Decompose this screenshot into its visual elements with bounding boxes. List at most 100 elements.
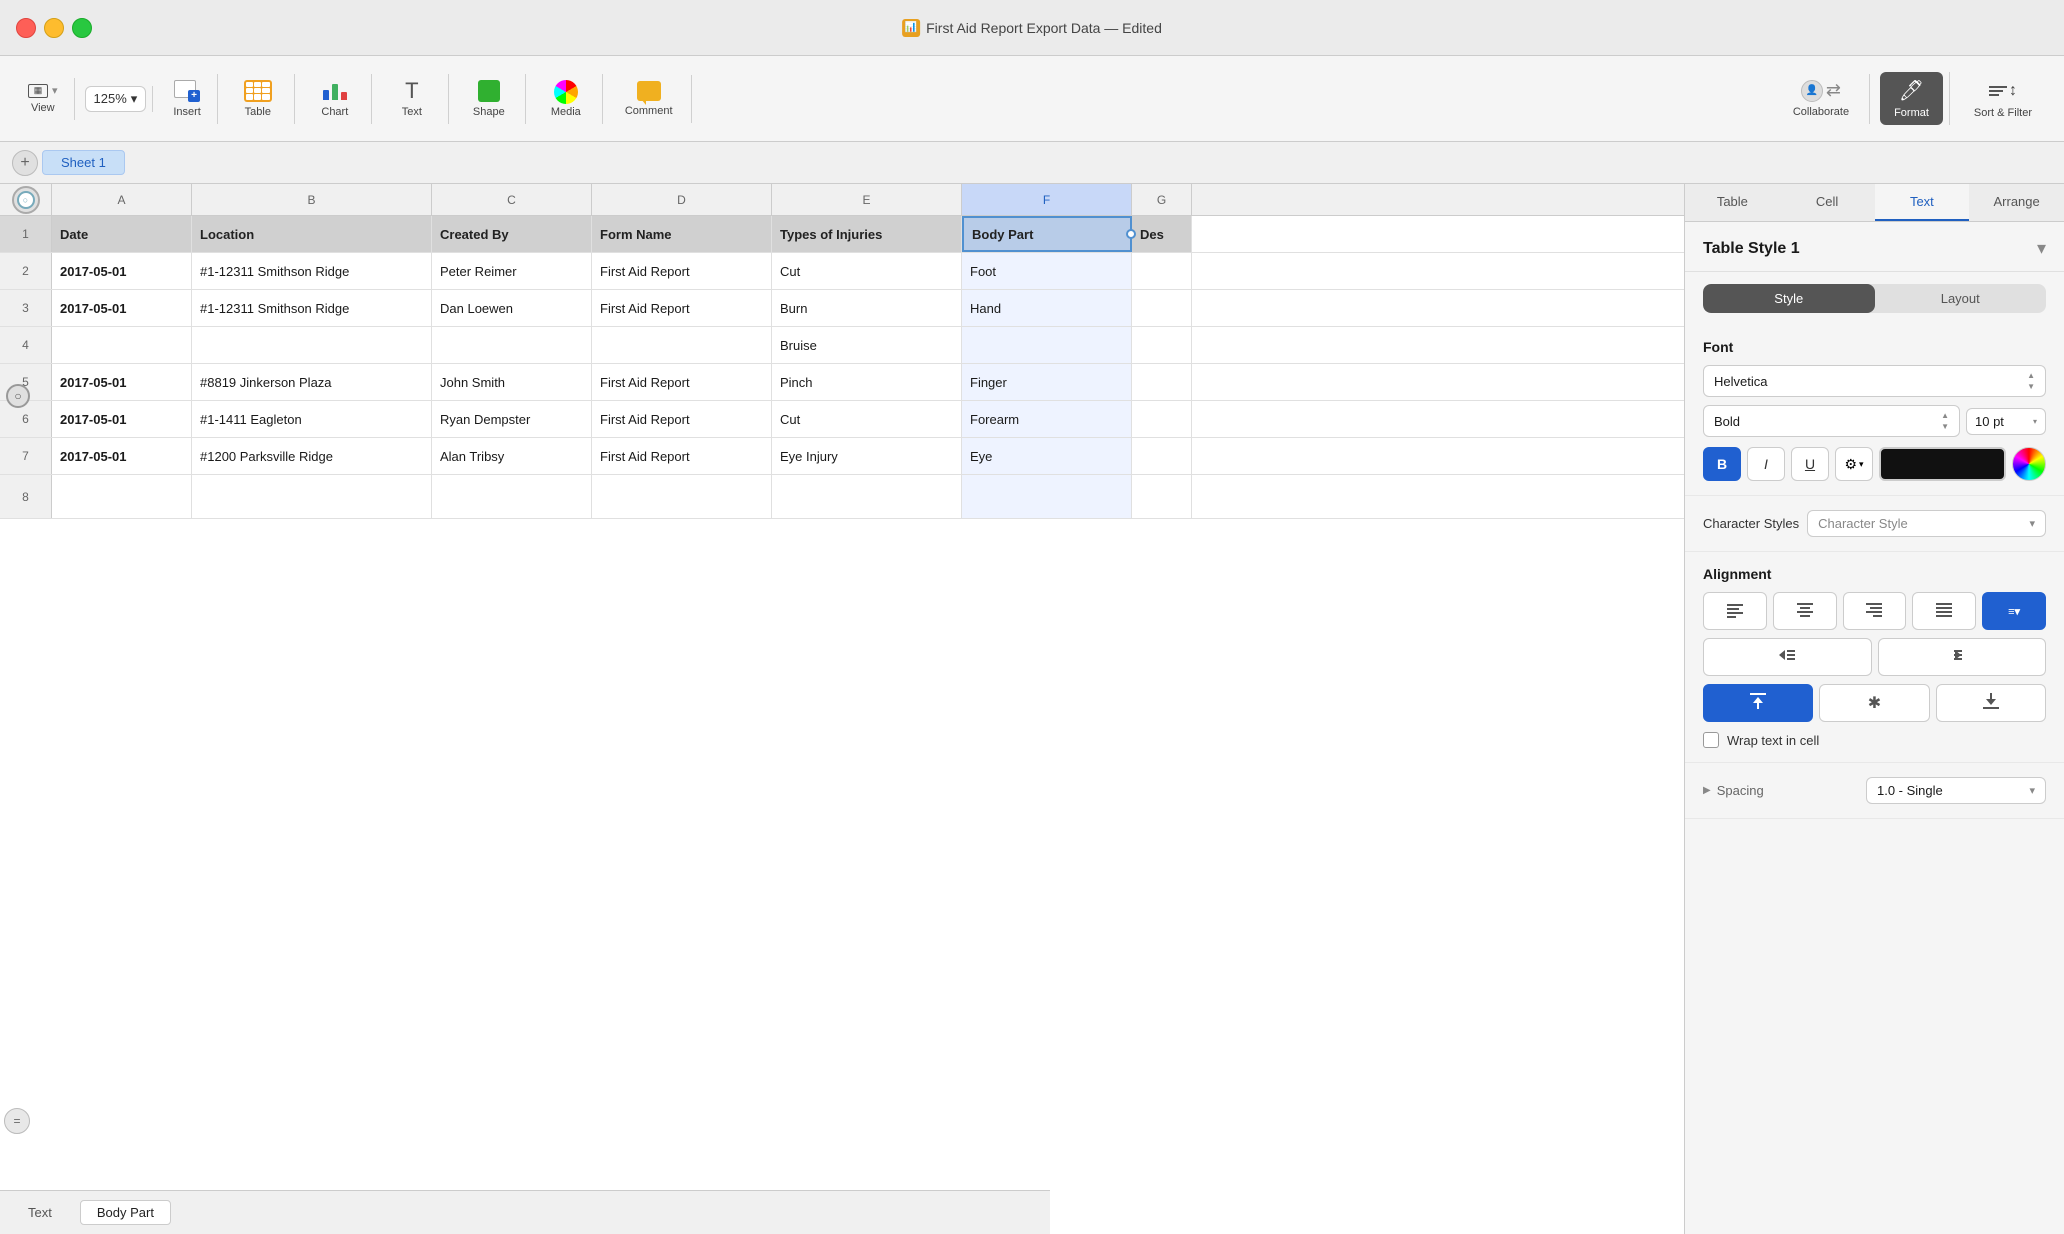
bottom-tab-text[interactable]: Text [12, 1201, 68, 1224]
col-header-a[interactable]: A [52, 184, 192, 215]
font-family-select[interactable]: Helvetica ▲ ▼ [1703, 365, 2046, 397]
col-header-e[interactable]: E [772, 184, 962, 215]
cell-3-created-by[interactable]: Dan Loewen [432, 290, 592, 326]
cell-4-created-by[interactable] [432, 327, 592, 363]
format-button[interactable]: 🖊 Format [1880, 72, 1943, 125]
collaborate-button[interactable]: 👤 ⇄ Collaborate [1779, 74, 1863, 124]
cell-5-body-part[interactable]: Finger [962, 364, 1132, 400]
header-cell-location[interactable]: Location [192, 216, 432, 252]
text-toolbar-button[interactable]: T Text [382, 74, 442, 124]
tab-cell[interactable]: Cell [1780, 184, 1875, 221]
col-header-d[interactable]: D [592, 184, 772, 215]
sort-filter-button[interactable]: ↕ Sort & Filter [1960, 73, 2046, 125]
character-styles-select[interactable]: Character Style ▾ [1807, 510, 2046, 537]
cell-8-des[interactable] [1132, 475, 1192, 518]
valign-middle-button[interactable]: ✱ [1819, 684, 1929, 722]
wrap-text-checkbox[interactable] [1703, 732, 1719, 748]
cell-2-des[interactable] [1132, 253, 1192, 289]
cell-6-date[interactable]: 2017-05-01 [52, 401, 192, 437]
valign-top-button[interactable] [1703, 684, 1813, 722]
cell-6-created-by[interactable]: Ryan Dempster [432, 401, 592, 437]
cell-4-injuries[interactable]: Bruise [772, 327, 962, 363]
cell-3-date[interactable]: 2017-05-01 [52, 290, 192, 326]
col-header-c[interactable]: C [432, 184, 592, 215]
group-rows-icon[interactable]: = [4, 1108, 30, 1134]
cell-6-body-part[interactable]: Forearm [962, 401, 1132, 437]
cell-3-injuries[interactable]: Burn [772, 290, 962, 326]
cell-2-injuries[interactable]: Cut [772, 253, 962, 289]
header-cell-body-part[interactable]: Body Part [962, 216, 1132, 252]
underline-button[interactable]: U [1791, 447, 1829, 481]
header-cell-injuries[interactable]: Types of Injuries [772, 216, 962, 252]
cell-2-date[interactable]: 2017-05-01 [52, 253, 192, 289]
spacing-select[interactable]: 1.0 - Single ▾ [1866, 777, 2046, 804]
cell-6-injuries[interactable]: Cut [772, 401, 962, 437]
text-options-button[interactable]: ⚙ ▾ [1835, 447, 1873, 481]
indent-decrease-button[interactable] [1703, 638, 1872, 676]
zoom-button[interactable]: 125% ▾ [85, 86, 147, 112]
cell-5-created-by[interactable]: John Smith [432, 364, 592, 400]
cell-5-form-name[interactable]: First Aid Report [592, 364, 772, 400]
header-cell-date[interactable]: Date [52, 216, 192, 252]
cell-7-body-part[interactable]: Eye [962, 438, 1132, 474]
cell-7-location[interactable]: #1200 Parksville Ridge [192, 438, 432, 474]
cell-8-created-by[interactable] [432, 475, 592, 518]
view-button[interactable]: ▦ ▾ View [18, 78, 68, 120]
chart-button[interactable]: Chart [305, 74, 365, 124]
cell-8-injuries[interactable] [772, 475, 962, 518]
cell-3-body-part[interactable]: Hand [962, 290, 1132, 326]
font-style-select[interactable]: Bold ▲ ▼ [1703, 405, 1960, 437]
cell-2-created-by[interactable]: Peter Reimer [432, 253, 592, 289]
cell-3-location[interactable]: #1-12311 Smithson Ridge [192, 290, 432, 326]
align-right-button[interactable] [1843, 592, 1907, 630]
cell-4-form-name[interactable] [592, 327, 772, 363]
header-cell-form-name[interactable]: Form Name [592, 216, 772, 252]
cell-2-location[interactable]: #1-12311 Smithson Ridge [192, 253, 432, 289]
header-cell-created-by[interactable]: Created By [432, 216, 592, 252]
align-center-button[interactable] [1773, 592, 1837, 630]
cell-5-injuries[interactable]: Pinch [772, 364, 962, 400]
cell-7-des[interactable] [1132, 438, 1192, 474]
tab-text[interactable]: Text [1875, 184, 1970, 221]
color-wheel-button[interactable] [2012, 447, 2046, 481]
tab-table[interactable]: Table [1685, 184, 1780, 221]
fullscreen-button[interactable] [72, 18, 92, 38]
cell-4-des[interactable] [1132, 327, 1192, 363]
cell-7-date[interactable]: 2017-05-01 [52, 438, 192, 474]
cell-8-location[interactable] [192, 475, 432, 518]
cell-5-date[interactable]: 2017-05-01 [52, 364, 192, 400]
table-button[interactable]: Table [228, 74, 288, 124]
cell-7-created-by[interactable]: Alan Tribsy [432, 438, 592, 474]
bottom-tab-body-part[interactable]: Body Part [80, 1200, 171, 1225]
cell-4-location[interactable] [192, 327, 432, 363]
bold-button[interactable]: B [1703, 447, 1741, 481]
col-header-g[interactable]: G [1132, 184, 1192, 215]
cell-6-form-name[interactable]: First Aid Report [592, 401, 772, 437]
cell-8-body-part[interactable] [962, 475, 1132, 518]
cell-6-location[interactable]: #1-1411 Eagleton [192, 401, 432, 437]
spacing-label[interactable]: ▶ Spacing [1703, 783, 1764, 798]
cell-4-date[interactable] [52, 327, 192, 363]
cell-7-injuries[interactable]: Eye Injury [772, 438, 962, 474]
close-button[interactable] [16, 18, 36, 38]
align-left-button[interactable] [1703, 592, 1767, 630]
valign-bottom-button[interactable] [1936, 684, 2046, 722]
header-cell-des[interactable]: Des [1132, 216, 1192, 252]
align-toc-button[interactable]: ≡▾ [1982, 592, 2046, 630]
cell-5-des[interactable] [1132, 364, 1192, 400]
cell-3-des[interactable] [1132, 290, 1192, 326]
layout-toggle-button[interactable]: Layout [1875, 284, 2047, 313]
indent-increase-button[interactable] [1878, 638, 2047, 676]
align-justify-button[interactable] [1912, 592, 1976, 630]
cell-2-form-name[interactable]: First Aid Report [592, 253, 772, 289]
col-header-b[interactable]: B [192, 184, 432, 215]
freeze-rows-icon[interactable]: ○ [6, 384, 30, 408]
cell-2-body-part[interactable]: Foot [962, 253, 1132, 289]
tab-arrange[interactable]: Arrange [1969, 184, 2064, 221]
cell-7-form-name[interactable]: First Aid Report [592, 438, 772, 474]
font-size-select[interactable]: 10 pt ▾ [1966, 408, 2046, 435]
add-sheet-button[interactable]: + [12, 150, 38, 176]
style-toggle-button[interactable]: Style [1703, 284, 1875, 313]
shape-button[interactable]: Shape [459, 74, 519, 124]
comment-button[interactable]: Comment [613, 75, 685, 123]
